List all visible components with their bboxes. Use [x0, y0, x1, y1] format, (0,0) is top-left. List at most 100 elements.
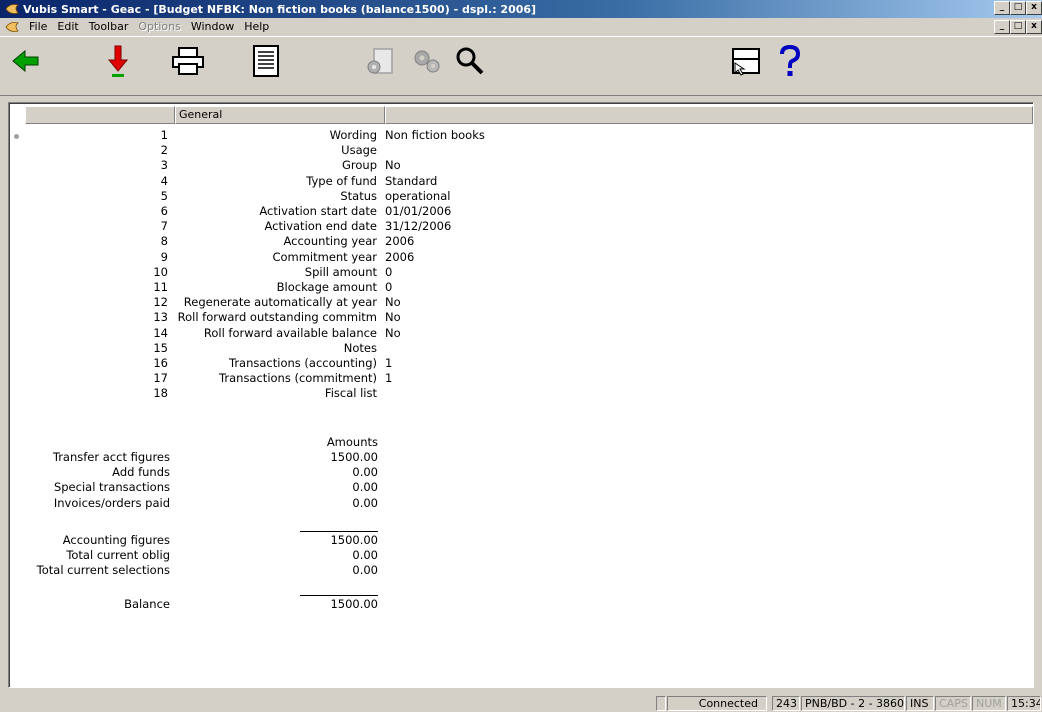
- status-count: 243: [772, 696, 800, 711]
- amount-row[interactable]: Special transactions 0.00: [10, 480, 410, 495]
- field-label: Roll forward available balance: [203, 325, 377, 340]
- field-row[interactable]: 17 Transactions (commitment) 1: [10, 371, 1030, 386]
- help-question-icon: [780, 44, 801, 76]
- amount-row[interactable]: Total current selections 0.00: [10, 563, 410, 578]
- list-button[interactable]: [244, 41, 288, 81]
- child-close-button[interactable]: x: [1026, 20, 1042, 34]
- field-row[interactable]: 9 Commitment year 2006: [10, 250, 1030, 265]
- field-row[interactable]: 4 Type of fund Standard: [10, 174, 1030, 189]
- amount-value: 1500.00: [330, 597, 378, 611]
- field-value: 0: [385, 264, 393, 279]
- field-value: 2006: [385, 234, 415, 249]
- amount-label: Transfer acct figures: [52, 450, 170, 464]
- maximize-button[interactable]: □: [1010, 1, 1026, 15]
- field-row[interactable]: 15 Notes: [10, 341, 1030, 356]
- field-row[interactable]: 6 Activation start date 01/01/2006: [10, 204, 1030, 219]
- field-label: Wording: [329, 128, 377, 142]
- down-button[interactable]: [96, 41, 140, 81]
- amount-value: 1500.00: [330, 450, 378, 464]
- field-label: Blockage amount: [276, 280, 377, 294]
- magnifier-icon: [456, 47, 484, 75]
- amount-label: Add funds: [112, 465, 170, 480]
- field-row[interactable]: 11 Blockage amount 0: [10, 280, 1030, 295]
- field-row[interactable]: 2 Usage: [10, 143, 1030, 158]
- amount-value: 0.00: [352, 495, 378, 510]
- field-label: Notes: [343, 340, 377, 355]
- close-button[interactable]: x: [1026, 1, 1042, 15]
- app-menu-icon[interactable]: [4, 20, 20, 34]
- child-minimize-button[interactable]: _: [994, 20, 1010, 34]
- field-row[interactable]: 5 Status operational: [10, 189, 1030, 204]
- field-row[interactable]: 13 Roll forward outstanding commitm No: [10, 310, 1030, 325]
- field-value: 31/12/2006: [385, 219, 452, 234]
- amount-value: Amounts: [326, 435, 378, 449]
- amounts-header[interactable]: Amounts: [10, 435, 410, 450]
- field-row[interactable]: 14 Roll forward available balance No: [10, 326, 1030, 341]
- back-button[interactable]: [4, 41, 48, 81]
- status-location: PNB/BD - 2 - 3860: [801, 696, 905, 711]
- detail-pane: General 1 Wording Non fiction books 2 Usage 3…: [8, 102, 1034, 688]
- app-icon: [5, 4, 19, 14]
- field-value: 1: [385, 356, 393, 370]
- field-row[interactable]: 18 Fiscal list: [10, 386, 1030, 401]
- field-row[interactable]: 7 Activation end date 31/12/2006: [10, 219, 1030, 234]
- field-value: No: [385, 158, 401, 173]
- field-label: Activation end date: [264, 219, 377, 234]
- field-label: Spill amount: [304, 264, 377, 279]
- field-value: 1: [385, 371, 393, 386]
- balance-row[interactable]: Balance 1500.00: [10, 597, 410, 612]
- toolbar: [0, 36, 1042, 96]
- menu-help[interactable]: Help: [239, 18, 274, 36]
- window-button[interactable]: [724, 41, 768, 81]
- status-caps: CAPS: [935, 696, 971, 711]
- field-row[interactable]: 10 Spill amount 0: [10, 265, 1030, 280]
- amount-row[interactable]: Transfer acct figures 1500.00: [10, 450, 410, 465]
- field-label: Regenerate automatically at year: [183, 295, 377, 310]
- field-value: No: [385, 325, 401, 340]
- field-label: Status: [340, 188, 377, 203]
- help-button[interactable]: [768, 41, 812, 81]
- field-row[interactable]: 3 Group No: [10, 158, 1030, 173]
- minimize-button[interactable]: _: [994, 1, 1010, 15]
- list-document-icon: [253, 45, 279, 77]
- menu-edit[interactable]: Edit: [52, 18, 83, 36]
- amount-row[interactable]: Total current oblig 0.00: [10, 548, 410, 563]
- menu-file[interactable]: File: [24, 18, 52, 36]
- amount-row[interactable]: Accounting figures 1500.00: [10, 533, 410, 548]
- status-num: NUM: [972, 696, 1006, 711]
- field-row[interactable]: 1 Wording Non fiction books: [10, 128, 1030, 143]
- search-button[interactable]: [448, 41, 492, 81]
- field-row[interactable]: 12 Regenerate automatically at year No: [10, 295, 1030, 310]
- field-label: Commitment year: [272, 249, 377, 264]
- down-arrow-icon: [107, 45, 129, 77]
- column-header-value[interactable]: [385, 106, 1033, 124]
- field-value: No: [385, 310, 401, 325]
- settings-button[interactable]: [358, 41, 402, 81]
- subtotal-divider: [300, 531, 378, 532]
- menu-bar: File Edit Toolbar Options Window Help _ …: [0, 18, 1042, 36]
- back-arrow-icon: [12, 49, 39, 73]
- field-label: Activation start date: [259, 204, 377, 218]
- field-label: Transactions (commitment): [219, 371, 377, 386]
- amount-row[interactable]: Add funds 0.00: [10, 465, 410, 480]
- field-row[interactable]: 8 Accounting year 2006: [10, 234, 1030, 249]
- status-connection: Connected: [667, 696, 767, 711]
- field-value: Non fiction books: [385, 128, 485, 142]
- settings-disabled-icon: [367, 48, 393, 74]
- column-header-general[interactable]: General: [175, 106, 385, 124]
- amount-row[interactable]: Invoices/orders paid 0.00: [10, 496, 410, 511]
- field-value: 01/01/2006: [385, 204, 452, 218]
- print-button[interactable]: [166, 41, 210, 81]
- menu-toolbar[interactable]: Toolbar: [84, 18, 134, 36]
- process-button[interactable]: [404, 41, 448, 81]
- printer-icon: [172, 47, 204, 75]
- field-label: Type of fund: [306, 173, 377, 188]
- column-header-number[interactable]: [25, 106, 175, 124]
- child-maximize-button[interactable]: □: [1010, 20, 1026, 34]
- field-label: Transactions (accounting): [228, 356, 377, 370]
- menu-window[interactable]: Window: [186, 18, 239, 36]
- field-row[interactable]: 16 Transactions (accounting) 1: [10, 356, 1030, 371]
- field-label: Fiscal list: [324, 386, 377, 401]
- field-value: 2006: [385, 249, 415, 264]
- menu-options[interactable]: Options: [133, 18, 185, 36]
